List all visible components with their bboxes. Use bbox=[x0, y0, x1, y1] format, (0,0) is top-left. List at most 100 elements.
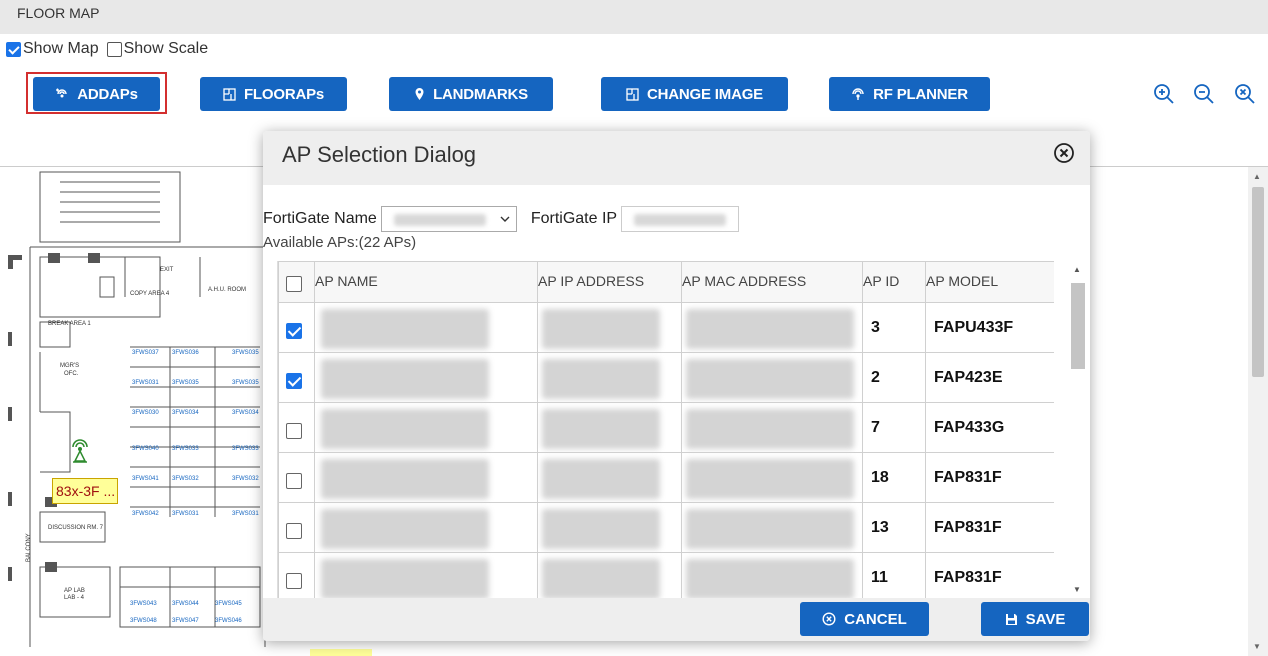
addaps-button[interactable]: ADDAPs bbox=[33, 77, 160, 111]
svg-text:3FWS042: 3FWS042 bbox=[132, 511, 159, 517]
svg-text:3FWS031: 3FWS031 bbox=[232, 511, 259, 517]
show-scale-label[interactable]: Show Scale bbox=[124, 40, 209, 58]
ap-mac-cell bbox=[681, 302, 863, 353]
ap-id-cell: 18 bbox=[862, 452, 926, 503]
scroll-up-icon[interactable]: ▲ bbox=[1253, 172, 1261, 181]
save-button[interactable]: SAVE bbox=[981, 602, 1089, 636]
ap-id-cell: 2 bbox=[862, 352, 926, 403]
ap-name-cell bbox=[314, 402, 538, 453]
svg-text:3FWS048: 3FWS048 bbox=[130, 618, 157, 624]
row-select-cell bbox=[278, 302, 315, 353]
ap-table: AP NAME AP IP ADDRESS AP MAC ADDRESS AP … bbox=[277, 261, 1054, 598]
row-checkbox[interactable] bbox=[286, 522, 302, 539]
ap-name-tag[interactable]: 83x-3F ... bbox=[52, 478, 118, 504]
svg-text:3FWS031: 3FWS031 bbox=[172, 511, 199, 517]
row-checkbox[interactable] bbox=[286, 422, 302, 439]
row-checkbox[interactable] bbox=[286, 372, 302, 389]
ap-selection-dialog: AP Selection Dialog FortiGate Name Forti… bbox=[263, 131, 1090, 641]
close-icon[interactable] bbox=[1053, 142, 1075, 164]
page-header: FLOOR MAP bbox=[0, 0, 1268, 34]
select-all-checkbox[interactable] bbox=[286, 275, 302, 292]
zoom-in-icon[interactable] bbox=[1152, 82, 1176, 106]
row-select-cell bbox=[278, 402, 315, 453]
redacted-ap-name bbox=[321, 559, 489, 598]
fortigate-name-select[interactable] bbox=[380, 206, 517, 232]
redacted-ap-name bbox=[321, 509, 489, 549]
ap-mac-cell bbox=[681, 402, 863, 453]
floorplan-icon bbox=[223, 87, 236, 101]
rf-planner-label: RF PLANNER bbox=[873, 85, 968, 103]
redacted-value bbox=[634, 214, 727, 226]
redacted-ap-ip bbox=[542, 409, 660, 449]
zoom-out-icon[interactable] bbox=[1192, 82, 1216, 106]
col-ap-id[interactable]: AP ID bbox=[862, 261, 926, 303]
access-point-icon[interactable] bbox=[70, 437, 90, 463]
svg-text:3FWS035: 3FWS035 bbox=[172, 380, 199, 386]
col-ap-ip[interactable]: AP IP ADDRESS bbox=[537, 261, 682, 303]
scroll-down-icon[interactable]: ▼ bbox=[1073, 585, 1081, 594]
ap-model-cell: FAP831F bbox=[925, 552, 1054, 598]
svg-text:OFC.: OFC. bbox=[64, 371, 79, 377]
col-ap-mac[interactable]: AP MAC ADDRESS bbox=[681, 261, 863, 303]
table-row[interactable]: 7 FAP433G bbox=[278, 402, 1054, 453]
table-row[interactable]: 3 FAPU433F bbox=[278, 302, 1054, 353]
zoom-reset-icon[interactable] bbox=[1233, 82, 1257, 106]
ap-name-cell bbox=[314, 352, 538, 403]
row-checkbox[interactable] bbox=[286, 322, 302, 339]
table-row[interactable]: 18 FAP831F bbox=[278, 452, 1054, 503]
row-checkbox[interactable] bbox=[286, 572, 302, 589]
rf-planner-button[interactable]: RF PLANNER bbox=[829, 77, 990, 111]
table-scrollbar[interactable]: ▲ ▼ bbox=[1068, 261, 1088, 598]
svg-text:DISCUSSION RM. 7: DISCUSSION RM. 7 bbox=[48, 525, 104, 531]
svg-text:3FWS044: 3FWS044 bbox=[172, 601, 199, 607]
landmarks-button[interactable]: LANDMARKS bbox=[389, 77, 553, 111]
floor-aps-label: FLOORAPs bbox=[243, 85, 325, 103]
redacted-ap-mac bbox=[686, 509, 854, 549]
ap-name-cell bbox=[314, 302, 538, 353]
map-scrollbar[interactable]: ▲ ▼ bbox=[1248, 167, 1268, 656]
redacted-ap-ip bbox=[542, 459, 660, 499]
scroll-down-icon[interactable]: ▼ bbox=[1253, 642, 1261, 651]
change-image-button[interactable]: CHANGE IMAGE bbox=[601, 77, 788, 111]
fortigate-name-label: FortiGate Name bbox=[263, 210, 377, 227]
cancel-label: CANCEL bbox=[844, 610, 907, 628]
svg-text:3FWS045: 3FWS045 bbox=[215, 601, 242, 607]
scrollbar-thumb[interactable] bbox=[1252, 187, 1264, 377]
scroll-up-icon[interactable]: ▲ bbox=[1073, 265, 1081, 274]
ap-model-cell: FAP831F bbox=[925, 502, 1054, 553]
show-map-label[interactable]: Show Map bbox=[23, 40, 99, 58]
show-scale-checkbox[interactable] bbox=[106, 41, 122, 57]
svg-text:LAB - 4: LAB - 4 bbox=[64, 595, 85, 601]
scrollbar-thumb[interactable] bbox=[1071, 283, 1085, 369]
svg-text:3FWS030: 3FWS030 bbox=[132, 410, 159, 416]
ap-id-cell: 7 bbox=[862, 402, 926, 453]
table-row[interactable]: 11 FAP831F bbox=[278, 552, 1054, 598]
add-ap-icon bbox=[55, 87, 69, 101]
svg-text:EXIT: EXIT bbox=[160, 267, 174, 273]
save-icon bbox=[1005, 613, 1018, 626]
ap-id-cell: 3 bbox=[862, 302, 926, 353]
svg-text:3FWS046: 3FWS046 bbox=[215, 618, 242, 624]
svg-text:3FWS040: 3FWS040 bbox=[132, 446, 159, 452]
map-options: Show Map Show Scale bbox=[6, 40, 210, 58]
ap-id-cell: 11 bbox=[862, 552, 926, 598]
redacted-ap-mac bbox=[686, 409, 854, 449]
redacted-ap-ip bbox=[542, 559, 660, 598]
dialog-footer: CANCEL SAVE bbox=[263, 598, 1090, 641]
dialog-title: AP Selection Dialog bbox=[282, 142, 477, 167]
redacted-ap-name bbox=[321, 459, 489, 499]
redacted-ap-ip bbox=[542, 359, 660, 399]
show-map-checkbox[interactable] bbox=[6, 41, 21, 57]
table-row[interactable]: 2 FAP423E bbox=[278, 352, 1054, 403]
cancel-button[interactable]: CANCEL bbox=[800, 602, 929, 636]
col-ap-model[interactable]: AP MODEL bbox=[925, 261, 1054, 303]
svg-text:3FWS033: 3FWS033 bbox=[172, 446, 199, 452]
col-ap-name[interactable]: AP NAME bbox=[314, 261, 538, 303]
fortigate-ip-field[interactable] bbox=[621, 206, 740, 232]
row-select-cell bbox=[278, 552, 315, 598]
redacted-ap-ip bbox=[542, 509, 660, 549]
floor-aps-button[interactable]: FLOORAPs bbox=[200, 77, 347, 111]
ap-name-cell bbox=[314, 552, 538, 598]
table-row[interactable]: 13 FAP831F bbox=[278, 502, 1054, 553]
row-checkbox[interactable] bbox=[286, 472, 302, 489]
